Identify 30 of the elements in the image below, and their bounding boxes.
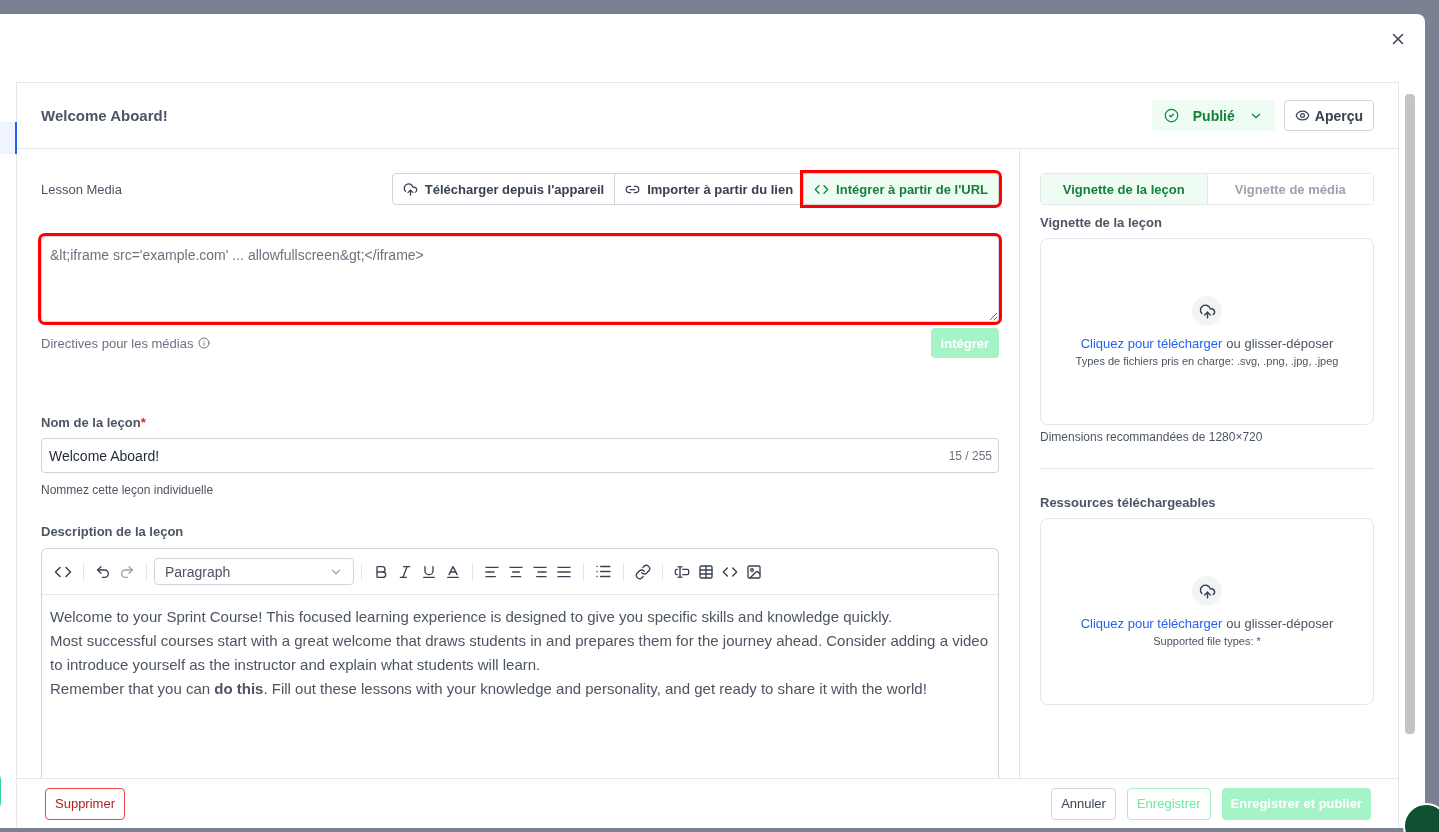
field-hint: Nommez cette leçon individuelle [41,483,215,497]
paragraph-text: Welcome to your Sprint Course! This focused learning experience is designed to give you specific skills and knowledge quickly. [50,607,894,627]
file-types-text: Types de fichiers pris en charge: .svg, .png, .jpg, .jpeg [1075,355,1339,367]
file-types-text: Supported file types: * [1153,635,1261,647]
lesson-title: Welcome Aboard! [41,107,168,124]
paragraph-text: Most successful courses start with a great welcome that draws students in and prepares them for the journey ahead. Consider adding a video to introduce yourself as the instructor and explain what students will learn. [50,631,989,675]
status-dropdown[interactable]: Publié [1151,100,1275,131]
preview-button[interactable]: Aperçu [1283,100,1374,131]
guidelines-text: Directives pour les médias [41,335,194,351]
field-label: Nom de la leçon* [41,415,147,430]
media-source-tab[interactable]: Intégrer à partir de l'URL [803,173,999,205]
upload-dropzone[interactable]: Cliquez pour télécharger ou glisser-déposer Types de fichiers pris en charge: .svg, .png, .jpg, .jpeg [1040,238,1374,425]
block-format-select[interactable]: Paragraph [154,558,354,585]
upload-link[interactable]: Cliquez pour télécharger [1080,336,1223,351]
field-hint: Dimensions recommandées de 1280×720 [1040,430,1264,444]
drop-text: ou glisser-déposer [1226,336,1334,351]
thumbnail-tab[interactable]: Vignette de la leçon [1041,174,1207,204]
cancel-button[interactable]: Annuler [1051,787,1116,820]
drop-text: ou glisser-déposer [1226,616,1334,631]
field-label: Description de la leçon [41,524,185,539]
field-label: Vignette de la leçon [1040,215,1163,230]
upload-dropzone[interactable]: Cliquez pour télécharger ou glisser-déposer Supported file types: * [1040,518,1374,705]
paragraph-text: Remember that you can do this. Fill out these lessons with your knowledge and personality, and get ready to share it with the world! [50,679,928,699]
section-label: Lesson Media [41,181,122,197]
media-source-tab[interactable]: Télécharger depuis l'appareil [391,173,616,205]
field-label: Ressources téléchargeables [1040,495,1217,510]
embed-code-field[interactable]: &lt;iframe src='example.com' ... allowfullscreen&gt;</iframe> [41,236,999,322]
delete-button[interactable]: Supprimer [45,787,125,820]
upload-link[interactable]: Cliquez pour télécharger [1080,616,1223,631]
character-counter: 15 / 255 [948,449,992,463]
